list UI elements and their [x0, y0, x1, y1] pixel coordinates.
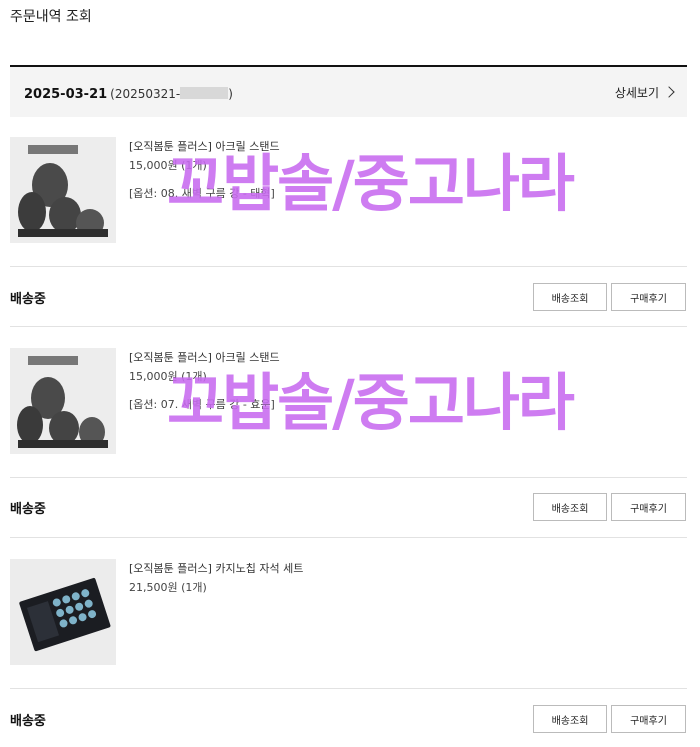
track-shipment-button[interactable]: 배송조회 — [533, 705, 607, 733]
product-name[interactable]: [오직봄툰 플러스] 아크릴 스탠드 — [129, 348, 280, 367]
chevron-right-icon — [663, 86, 675, 98]
order-number-suffix: ) — [228, 86, 233, 101]
product-price: 15,000원 (1개) — [129, 159, 207, 172]
shipping-status: 배송중 — [10, 502, 46, 517]
status-row: 배송중 배송조회 구매후기 — [10, 283, 687, 313]
status-row: 배송중 배송조회 구매후기 — [10, 705, 687, 735]
order-number-prefix: (20250321- — [110, 86, 181, 101]
product-thumbnail[interactable] — [10, 137, 116, 243]
product-price: 21,500원 (1개) — [129, 581, 207, 594]
shipping-status: 배송중 — [10, 714, 46, 729]
product-price: 15,000원 (1개) — [129, 370, 207, 383]
write-review-button[interactable]: 구매후기 — [611, 493, 686, 521]
page-title: 주문내역 조회 — [10, 9, 92, 25]
product-info: [오직봄툰 플러스] 카지노칩 자석 세트 21,500원 (1개) — [129, 559, 303, 597]
write-review-button[interactable]: 구매후기 — [611, 283, 686, 311]
divider — [10, 688, 687, 689]
detail-view-link[interactable]: 상세보기 — [614, 84, 675, 101]
order-info: 2025-03-21 (20250321-) — [24, 83, 233, 102]
product-option: [옵션: 08. 새벽 구름 강 - 태혁] — [129, 187, 275, 200]
divider — [10, 326, 687, 327]
divider — [10, 266, 687, 267]
product-thumbnail[interactable] — [10, 559, 116, 665]
order-date: 2025-03-21 — [24, 86, 108, 102]
status-row: 배송중 배송조회 구매후기 — [10, 493, 687, 523]
divider — [10, 537, 687, 538]
product-name[interactable]: [오직봄툰 플러스] 카지노칩 자석 세트 — [129, 559, 303, 578]
shipping-status: 배송중 — [10, 292, 46, 307]
product-name[interactable]: [오직봄툰 플러스] 아크릴 스탠드 — [129, 137, 280, 156]
order-number: (20250321-) — [110, 86, 233, 101]
masked-order-number — [180, 86, 229, 99]
divider — [10, 477, 687, 478]
product-info: [오직봄툰 플러스] 아크릴 스탠드 15,000원 (1개) [옵션: 07.… — [129, 348, 280, 414]
order-header: 2025-03-21 (20250321-) 상세보기 — [10, 65, 687, 117]
track-shipment-button[interactable]: 배송조회 — [533, 283, 607, 311]
product-option: [옵션: 07. 새벽 구름 강 - 효운] — [129, 398, 275, 411]
product-info: [오직봄툰 플러스] 아크릴 스탠드 15,000원 (1개) [옵션: 08.… — [129, 137, 280, 203]
track-shipment-button[interactable]: 배송조회 — [533, 493, 607, 521]
detail-view-label: 상세보기 — [614, 85, 659, 100]
product-thumbnail[interactable] — [10, 348, 116, 454]
write-review-button[interactable]: 구매후기 — [611, 705, 686, 733]
